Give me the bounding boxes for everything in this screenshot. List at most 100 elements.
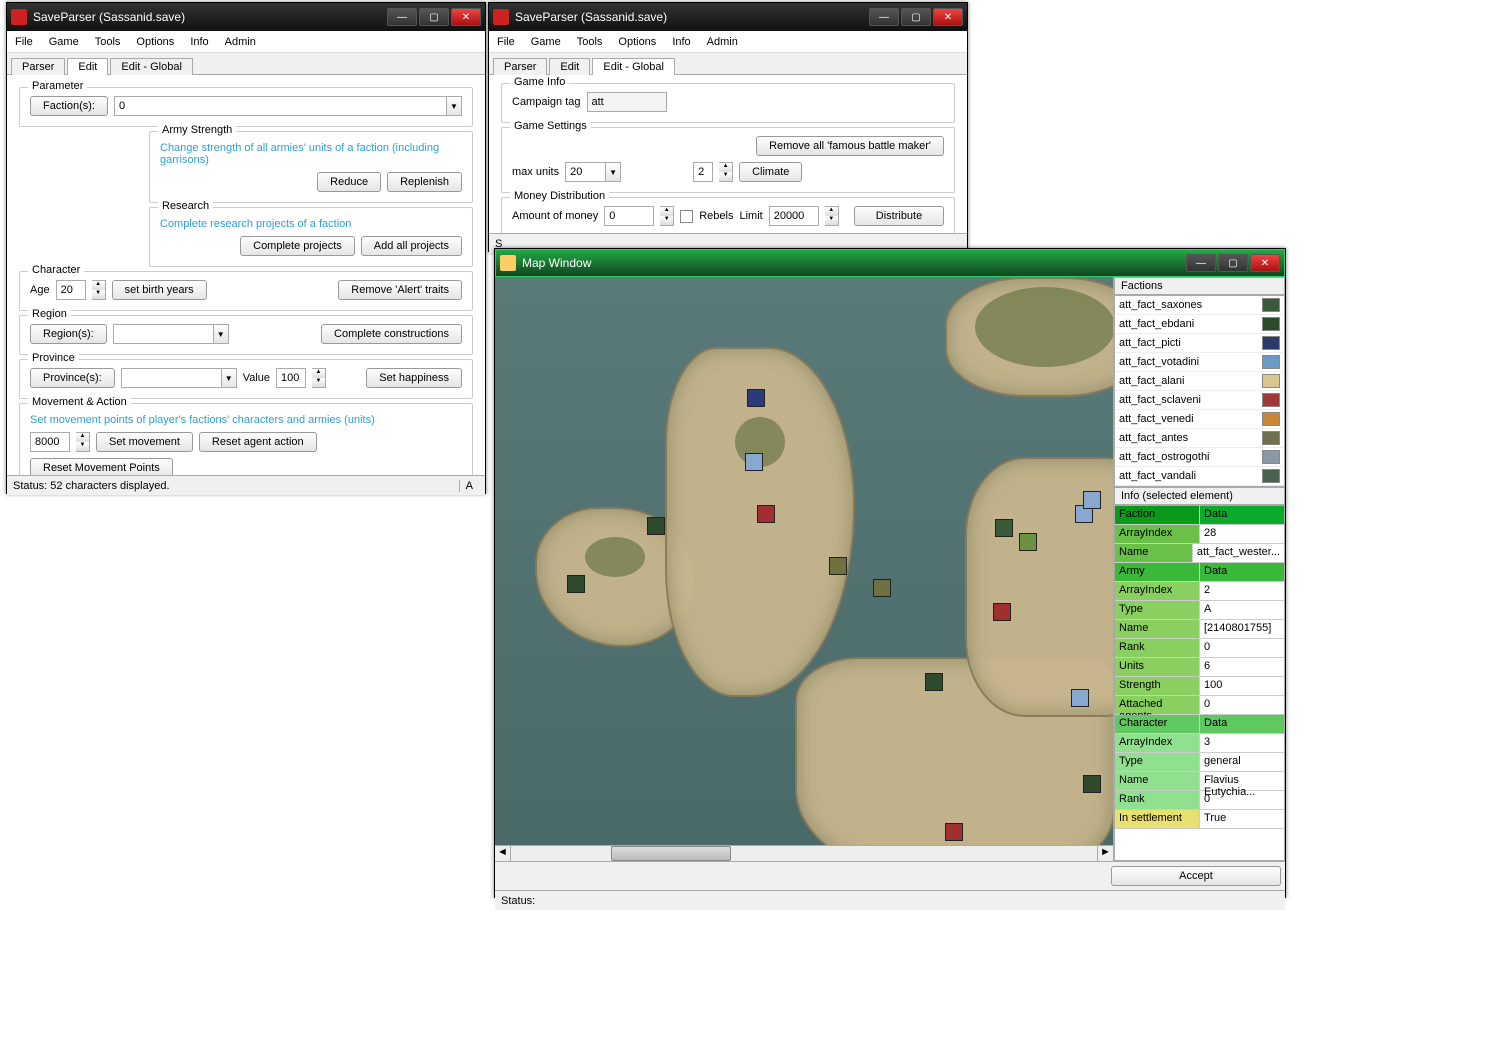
province-value-spinner[interactable]	[276, 368, 306, 388]
age-spinner[interactable]	[56, 280, 86, 300]
menu-info[interactable]: Info	[672, 36, 690, 48]
spinner-arrows[interactable]: ▲▼	[825, 206, 839, 226]
menu-tools[interactable]: Tools	[95, 36, 121, 48]
set-happiness-button[interactable]: Set happiness	[366, 368, 462, 388]
faction-row[interactable]: att_fact_votadini	[1115, 353, 1284, 372]
chevron-down-icon[interactable]: ▼	[605, 162, 621, 182]
map-marker[interactable]	[567, 575, 585, 593]
chevron-down-icon[interactable]: ▼	[446, 96, 462, 116]
faction-row[interactable]: att_fact_ebdani	[1115, 315, 1284, 334]
tab-edit-global[interactable]: Edit - Global	[110, 58, 193, 75]
map-pane[interactable]	[495, 277, 1113, 845]
info-row[interactable]: Rank0	[1115, 639, 1284, 658]
set-birth-years-button[interactable]: set birth years	[112, 280, 207, 300]
menu-file[interactable]: File	[15, 36, 33, 48]
map-marker[interactable]	[1071, 689, 1089, 707]
reset-movement-points-button[interactable]: Reset Movement Points	[30, 458, 173, 475]
amount-spinner[interactable]	[604, 206, 654, 226]
faction-row[interactable]: att_fact_alani	[1115, 372, 1284, 391]
info-row[interactable]: In settlementTrue	[1115, 810, 1284, 829]
remove-famous-button[interactable]: Remove all 'famous battle maker'	[756, 136, 944, 156]
spinner-arrows[interactable]: ▲▼	[92, 280, 106, 300]
distribute-button[interactable]: Distribute	[854, 206, 944, 226]
tab-edit[interactable]: Edit	[67, 58, 108, 75]
spinner-arrows[interactable]: ▲▼	[660, 206, 674, 226]
titlebar[interactable]: Map Window — ▢ ✕	[495, 249, 1285, 277]
spinner-arrows[interactable]: ▲▼	[719, 162, 733, 182]
tab-parser[interactable]: Parser	[11, 58, 65, 75]
close-button[interactable]: ✕	[451, 8, 481, 26]
add-all-projects-button[interactable]: Add all projects	[361, 236, 462, 256]
map-marker[interactable]	[745, 453, 763, 471]
factions-list[interactable]: att_fact_saxonesatt_fact_ebdaniatt_fact_…	[1114, 295, 1285, 487]
minimize-button[interactable]: —	[387, 8, 417, 26]
set-movement-button[interactable]: Set movement	[96, 432, 193, 452]
tab-edit-global[interactable]: Edit - Global	[592, 58, 675, 75]
menu-game[interactable]: Game	[531, 36, 561, 48]
faction-row[interactable]: att_fact_venedi	[1115, 410, 1284, 429]
info-row[interactable]: Typegeneral	[1115, 753, 1284, 772]
reduce-button[interactable]: Reduce	[317, 172, 381, 192]
info-row[interactable]: ArmyData	[1115, 563, 1284, 582]
map-marker[interactable]	[747, 389, 765, 407]
map-marker[interactable]	[647, 517, 665, 535]
province-button[interactable]: Province(s):	[30, 368, 115, 388]
complete-projects-button[interactable]: Complete projects	[240, 236, 355, 256]
faction-button[interactable]: Faction(s):	[30, 96, 108, 116]
horizontal-scrollbar[interactable]: ◄ ►	[495, 845, 1113, 861]
tab-edit[interactable]: Edit	[549, 58, 590, 75]
menu-options[interactable]: Options	[136, 36, 174, 48]
map-marker[interactable]	[757, 505, 775, 523]
reset-agent-action-button[interactable]: Reset agent action	[199, 432, 317, 452]
faction-combo[interactable]	[114, 96, 446, 116]
spinner-arrows[interactable]: ▲▼	[312, 368, 326, 388]
climate-button[interactable]: Climate	[739, 162, 802, 182]
faction-row[interactable]: att_fact_ostrogothi	[1115, 448, 1284, 467]
minimize-button[interactable]: —	[1186, 254, 1216, 272]
menu-tools[interactable]: Tools	[577, 36, 603, 48]
menu-info[interactable]: Info	[190, 36, 208, 48]
chevron-down-icon[interactable]: ▼	[221, 368, 237, 388]
faction-row[interactable]: att_fact_saxones	[1115, 296, 1284, 315]
tab-parser[interactable]: Parser	[493, 58, 547, 75]
maximize-button[interactable]: ▢	[901, 8, 931, 26]
map-marker[interactable]	[993, 603, 1011, 621]
info-table[interactable]: FactionDataArrayIndex28Nameatt_fact_west…	[1114, 505, 1285, 861]
info-row[interactable]: Attached agents0	[1115, 696, 1284, 715]
menu-options[interactable]: Options	[618, 36, 656, 48]
region-combo[interactable]	[113, 324, 213, 344]
region-button[interactable]: Region(s):	[30, 324, 107, 344]
remove-alert-traits-button[interactable]: Remove 'Alert' traits	[338, 280, 462, 300]
info-row[interactable]: Rank0	[1115, 791, 1284, 810]
close-button[interactable]: ✕	[1250, 254, 1280, 272]
info-row[interactable]: ArrayIndex28	[1115, 525, 1284, 544]
map-marker[interactable]	[873, 579, 891, 597]
map-marker[interactable]	[925, 673, 943, 691]
faction-row[interactable]: att_fact_picti	[1115, 334, 1284, 353]
info-row[interactable]: Units6	[1115, 658, 1284, 677]
info-row[interactable]: Strength100	[1115, 677, 1284, 696]
value2-spinner[interactable]	[693, 162, 713, 182]
menu-file[interactable]: File	[497, 36, 515, 48]
map-marker[interactable]	[945, 823, 963, 841]
province-combo[interactable]	[121, 368, 221, 388]
movement-points-spinner[interactable]	[30, 432, 70, 452]
titlebar[interactable]: SaveParser (Sassanid.save) — ▢ ✕	[489, 3, 967, 31]
max-units-combo[interactable]	[565, 162, 605, 182]
faction-row[interactable]: att_fact_antes	[1115, 429, 1284, 448]
menu-admin[interactable]: Admin	[225, 36, 256, 48]
rebels-checkbox[interactable]	[680, 210, 693, 223]
close-button[interactable]: ✕	[933, 8, 963, 26]
map-marker[interactable]	[1083, 491, 1101, 509]
info-row[interactable]: CharacterData	[1115, 715, 1284, 734]
map-marker[interactable]	[829, 557, 847, 575]
faction-row[interactable]: att_fact_vandali	[1115, 467, 1284, 486]
chevron-down-icon[interactable]: ▼	[213, 324, 229, 344]
maximize-button[interactable]: ▢	[419, 8, 449, 26]
info-row[interactable]: NameFlavius Eutychia...	[1115, 772, 1284, 791]
map-marker[interactable]	[1083, 775, 1101, 793]
info-row[interactable]: ArrayIndex3	[1115, 734, 1284, 753]
accept-button[interactable]: Accept	[1111, 866, 1281, 886]
complete-constructions-button[interactable]: Complete constructions	[321, 324, 462, 344]
limit-spinner[interactable]	[769, 206, 819, 226]
